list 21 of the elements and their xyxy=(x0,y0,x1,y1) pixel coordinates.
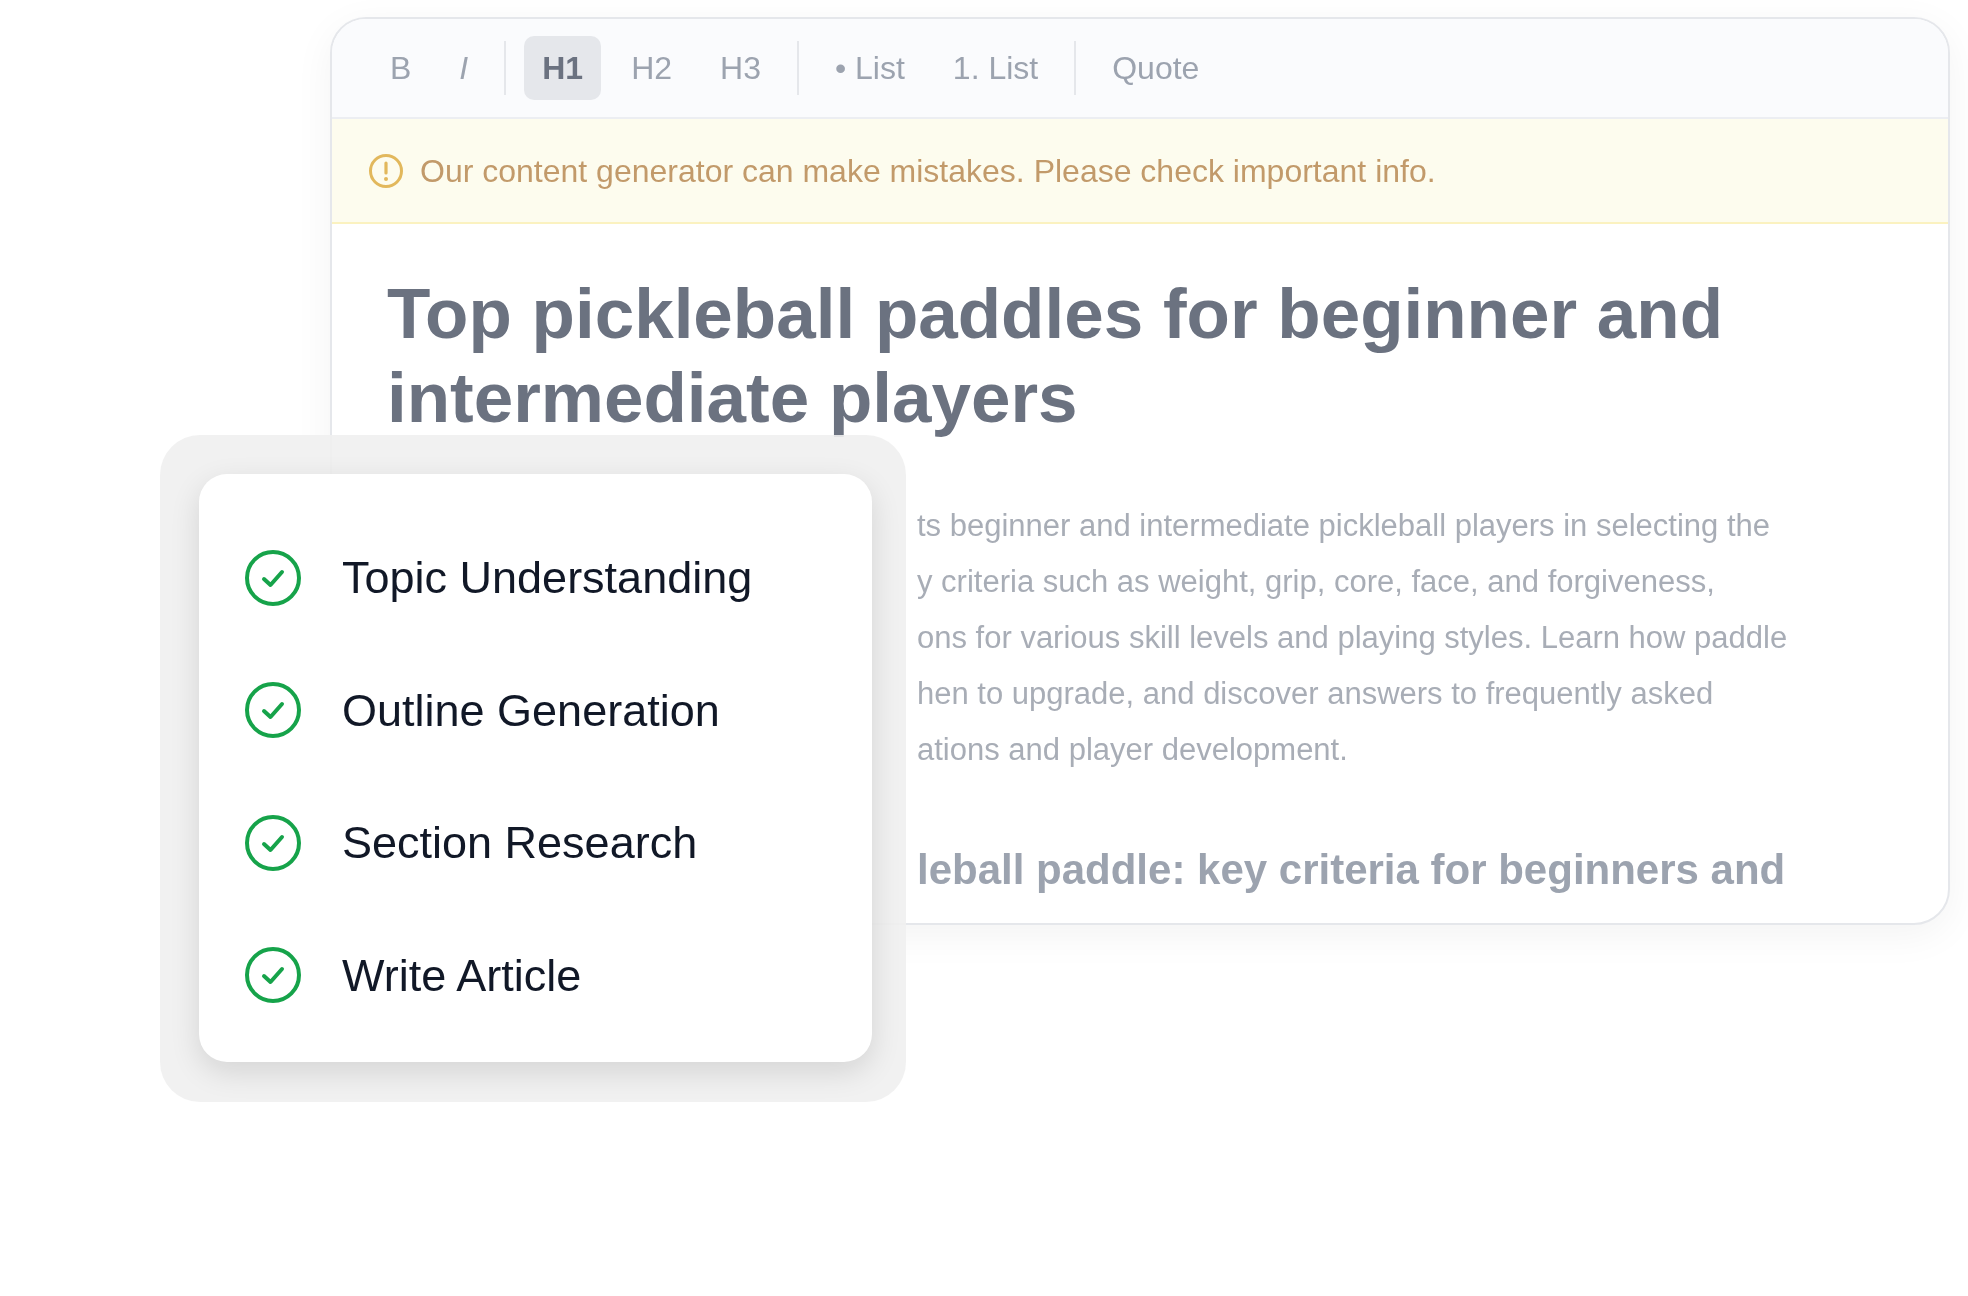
section-heading: leball paddle: key criteria for beginners and xyxy=(917,845,1787,895)
step-label: Section Research xyxy=(342,816,698,870)
format-button[interactable]: H1 xyxy=(524,36,602,100)
paragraph-line: ons for various skill levels and playing styles. Learn how paddle xyxy=(917,619,1789,657)
format-button[interactable]: H3 xyxy=(702,36,779,100)
format-button[interactable]: I xyxy=(441,36,487,100)
notice-text: Our content generator can make mistakes. Please check important info. xyxy=(420,151,1436,191)
format-button[interactable]: B xyxy=(372,36,430,100)
alert-icon xyxy=(368,152,404,189)
paragraph-line: y criteria such as weight, grip, core, face, and forgiveness, xyxy=(917,563,1716,601)
paragraph-line: hen to upgrade, and discover answers to frequently asked xyxy=(917,675,1715,713)
format-button[interactable]: Quote xyxy=(1094,36,1218,100)
step-label: Write Article xyxy=(342,948,582,1003)
step-label: Outline Generation xyxy=(342,683,720,738)
format-button[interactable]: H2 xyxy=(613,36,691,100)
step-label: Topic Understanding xyxy=(342,551,753,605)
document-title: Top pickleball paddles for beginner and intermediate players xyxy=(387,273,1725,439)
format-button[interactable]: 1. List xyxy=(934,36,1057,100)
format-button[interactable]: • List xyxy=(816,36,923,100)
paragraph-line: ations and player development. xyxy=(917,731,1349,769)
paragraph-line: ts beginner and intermediate pickleball players in selecting the xyxy=(917,507,1771,545)
